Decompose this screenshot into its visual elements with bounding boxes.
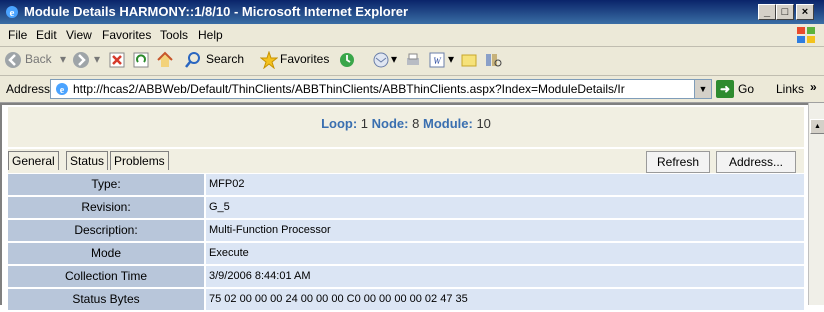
table-row: Description: Multi-Function Processor bbox=[8, 220, 804, 241]
table-row: Mode Execute bbox=[8, 243, 804, 264]
menu-file[interactable]: File bbox=[8, 28, 27, 42]
address-button[interactable]: Address... bbox=[716, 151, 796, 173]
page-content: Loop: 1 Node: 8 Module: 10 General Statu… bbox=[0, 103, 808, 310]
description-label: Description: bbox=[8, 220, 204, 241]
module-label: Module: bbox=[422, 116, 473, 131]
menu-tools[interactable]: Tools bbox=[160, 28, 188, 42]
go-button[interactable]: Go bbox=[738, 82, 754, 96]
history-icon[interactable] bbox=[338, 51, 356, 69]
node-label: Node: bbox=[371, 116, 409, 131]
page-icon: e bbox=[56, 83, 68, 96]
module-value: 10 bbox=[476, 116, 491, 131]
loop-label: Loop: bbox=[321, 116, 358, 131]
menu-help[interactable]: Help bbox=[198, 28, 223, 42]
tab-status[interactable]: Status bbox=[66, 151, 109, 170]
links-chevron-icon[interactable]: » bbox=[810, 80, 817, 94]
type-label: Type: bbox=[8, 174, 204, 195]
research-icon[interactable] bbox=[484, 51, 502, 69]
forward-arrow-icon[interactable] bbox=[72, 51, 90, 69]
vertical-scrollbar[interactable]: ▲ bbox=[808, 103, 824, 305]
menu-view[interactable]: View bbox=[66, 28, 92, 42]
stop-icon[interactable] bbox=[108, 51, 126, 69]
back-button[interactable]: Back bbox=[25, 52, 52, 66]
minimize-button[interactable]: _ bbox=[758, 4, 776, 20]
address-input[interactable]: e http://hcas2/ABBWeb/Default/ThinClient… bbox=[50, 79, 712, 99]
favorites-button[interactable]: Favorites bbox=[280, 52, 329, 66]
status-bytes-value: 75 02 00 00 00 24 00 00 00 C0 00 00 00 0… bbox=[206, 289, 804, 310]
address-url: http://hcas2/ABBWeb/Default/ThinClients/… bbox=[73, 82, 625, 96]
maximize-button[interactable]: □ bbox=[776, 4, 794, 20]
collection-time-label: Collection Time bbox=[8, 266, 204, 287]
table-row: Revision: G_5 bbox=[8, 197, 804, 218]
svg-text:e: e bbox=[10, 7, 15, 19]
menu-bar: File Edit View Favorites Tools Help bbox=[0, 24, 824, 47]
internet-explorer-icon: e bbox=[6, 6, 18, 19]
go-arrow-icon[interactable]: ➜ bbox=[716, 80, 734, 98]
close-button[interactable]: × bbox=[796, 4, 814, 20]
refresh-button[interactable]: Refresh bbox=[646, 151, 710, 173]
search-button[interactable]: Search bbox=[206, 52, 244, 66]
edit-dropdown-icon[interactable]: ▾ bbox=[448, 52, 454, 66]
mail-dropdown-icon[interactable]: ▾ bbox=[391, 52, 397, 66]
back-dropdown-icon[interactable]: ▾ bbox=[60, 52, 66, 66]
back-arrow-icon[interactable] bbox=[4, 51, 22, 69]
table-row: Collection Time 3/9/2006 8:44:01 AM bbox=[8, 266, 804, 287]
revision-label: Revision: bbox=[8, 197, 204, 218]
print-icon[interactable] bbox=[404, 51, 422, 69]
tab-bar: General Status Problems Refresh Address.… bbox=[8, 149, 804, 173]
tab-general[interactable]: General bbox=[8, 151, 59, 170]
table-row: Status Bytes 75 02 00 00 00 24 00 00 00 … bbox=[8, 289, 804, 310]
svg-text:e: e bbox=[60, 85, 65, 96]
address-bar: Address e http://hcas2/ABBWeb/Default/Th… bbox=[0, 76, 824, 103]
menu-favorites[interactable]: Favorites bbox=[102, 28, 151, 42]
node-value: 8 bbox=[412, 116, 420, 131]
refresh-icon[interactable] bbox=[132, 51, 150, 69]
address-label: Address bbox=[6, 82, 51, 96]
loop-node-module-header: Loop: 1 Node: 8 Module: 10 bbox=[8, 107, 804, 147]
window-title: Module Details HARMONY::1/8/10 - Microso… bbox=[24, 4, 409, 19]
forward-dropdown-icon[interactable]: ▾ bbox=[94, 52, 100, 66]
tab-problems[interactable]: Problems bbox=[110, 151, 169, 170]
links-button[interactable]: Links bbox=[776, 82, 804, 96]
type-value: MFP02 bbox=[206, 174, 804, 195]
discuss-icon[interactable] bbox=[460, 51, 478, 69]
favorites-star-icon[interactable] bbox=[260, 51, 278, 69]
menu-edit[interactable]: Edit bbox=[36, 28, 57, 42]
loop-value: 1 bbox=[360, 116, 369, 131]
title-bar: e Module Details HARMONY::1/8/10 - Micro… bbox=[0, 0, 824, 24]
mode-label: Mode bbox=[8, 243, 204, 264]
windows-logo-icon bbox=[797, 27, 815, 43]
revision-value: G_5 bbox=[206, 197, 804, 218]
status-bytes-label: Status Bytes bbox=[8, 289, 204, 310]
toolbar: Back ▾ ▾ Search Favorites ▾ W ▾ bbox=[0, 47, 824, 76]
table-row: Type: MFP02 bbox=[8, 174, 804, 195]
description-value: Multi-Function Processor bbox=[206, 220, 804, 241]
home-icon[interactable] bbox=[156, 51, 174, 69]
scroll-up-icon[interactable]: ▲ bbox=[810, 119, 824, 134]
mode-value: Execute bbox=[206, 243, 804, 264]
search-icon[interactable] bbox=[184, 51, 202, 69]
details-table: Type: MFP02 Revision: G_5 Description: M… bbox=[8, 174, 804, 312]
mail-icon[interactable] bbox=[372, 51, 390, 69]
address-dropdown-icon[interactable]: ▼ bbox=[694, 80, 711, 98]
collection-time-value: 3/9/2006 8:44:01 AM bbox=[206, 266, 804, 287]
edit-word-icon[interactable]: W bbox=[428, 51, 446, 69]
